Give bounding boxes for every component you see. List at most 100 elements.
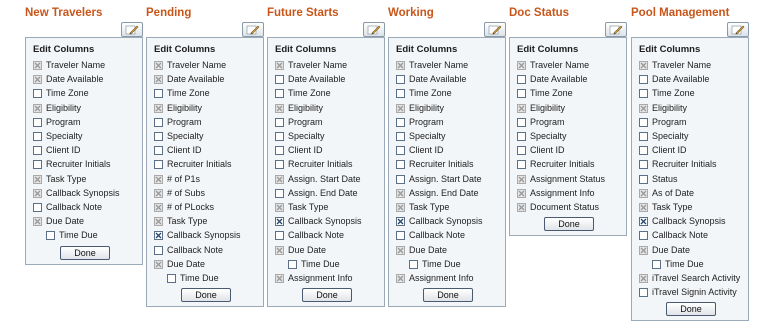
column-option-row[interactable]: Time Due — [26, 229, 142, 243]
column-option-row[interactable]: Assign. End Date — [268, 187, 384, 201]
column-option-row[interactable]: Date Available — [268, 73, 384, 87]
checkbox[interactable] — [639, 117, 648, 127]
checkbox[interactable] — [154, 132, 163, 141]
checkbox[interactable] — [275, 117, 284, 127]
column-option-row[interactable]: Callback Synopsis — [389, 215, 505, 229]
column-option-row[interactable]: Assign. Start Date — [268, 173, 384, 187]
column-option-row[interactable]: Recruiter Initials — [510, 158, 626, 172]
column-option-row[interactable]: Due Date — [389, 244, 505, 258]
column-option-row[interactable]: Eligibility — [632, 102, 748, 116]
column-option-row[interactable]: Due Date — [632, 244, 748, 258]
checkbox[interactable] — [275, 132, 284, 141]
column-option-row[interactable]: Callback Synopsis — [147, 229, 263, 243]
column-option-row[interactable]: Callback Synopsis — [632, 215, 748, 229]
checkbox[interactable] — [154, 231, 163, 241]
column-option-row[interactable]: Document Status — [510, 201, 626, 215]
checkbox[interactable] — [639, 174, 648, 184]
checkbox[interactable] — [639, 160, 648, 170]
checkbox[interactable] — [396, 146, 405, 156]
column-option-row[interactable]: Assign. Start Date — [389, 173, 505, 187]
column-option-row[interactable]: Client ID — [632, 144, 748, 158]
column-option-row[interactable]: Eligibility — [147, 102, 263, 116]
checkbox[interactable] — [517, 160, 526, 170]
column-option-row[interactable]: Traveler Name — [268, 59, 384, 73]
column-option-row[interactable]: Client ID — [268, 144, 384, 158]
column-option-row[interactable]: Specialty — [389, 130, 505, 144]
done-button[interactable]: Done — [302, 288, 352, 303]
column-option-row[interactable]: Assignment Info — [510, 187, 626, 201]
checkbox[interactable] — [33, 132, 42, 141]
checkbox[interactable] — [154, 245, 163, 255]
column-option-row[interactable]: Assign. End Date — [389, 187, 505, 201]
column-option-row[interactable]: Specialty — [510, 130, 626, 144]
done-button[interactable]: Done — [423, 288, 473, 303]
checkbox[interactable] — [396, 75, 405, 85]
column-option-row[interactable]: Specialty — [268, 130, 384, 144]
column-option-row[interactable]: Callback Note — [26, 201, 142, 215]
checkbox[interactable] — [154, 160, 163, 170]
column-option-row[interactable]: Recruiter Initials — [632, 158, 748, 172]
checkbox[interactable] — [652, 259, 661, 269]
column-option-row[interactable]: Program — [268, 116, 384, 130]
column-option-row[interactable]: Time Due — [147, 272, 263, 286]
checkbox[interactable] — [33, 160, 42, 170]
checkbox[interactable] — [396, 174, 405, 184]
done-button[interactable]: Done — [666, 302, 716, 317]
column-option-row[interactable]: Program — [26, 116, 142, 130]
column-option-row[interactable]: Specialty — [632, 130, 748, 144]
column-option-row[interactable]: Date Available — [510, 73, 626, 87]
checkbox[interactable] — [639, 75, 648, 85]
checkbox[interactable] — [275, 231, 284, 241]
column-option-row[interactable]: Recruiter Initials — [26, 158, 142, 172]
checkbox[interactable] — [33, 146, 42, 156]
checkbox[interactable] — [275, 146, 284, 156]
column-option-row[interactable]: Assignment Status — [510, 173, 626, 187]
column-option-row[interactable]: Due Date — [147, 258, 263, 272]
edit-columns-button[interactable] — [121, 22, 143, 37]
column-option-row[interactable]: Eligibility — [510, 102, 626, 116]
checkbox[interactable] — [33, 89, 42, 99]
edit-columns-button[interactable] — [484, 22, 506, 37]
checkbox[interactable] — [275, 160, 284, 170]
checkbox[interactable] — [275, 188, 284, 198]
column-option-row[interactable]: Due Date — [26, 215, 142, 229]
checkbox[interactable] — [396, 89, 405, 99]
column-option-row[interactable]: Time Zone — [26, 87, 142, 101]
column-option-row[interactable]: Time Zone — [147, 87, 263, 101]
column-option-row[interactable]: Program — [632, 116, 748, 130]
column-option-row[interactable]: # of P1s — [147, 173, 263, 187]
column-option-row[interactable]: Time Zone — [268, 87, 384, 101]
column-option-row[interactable]: Client ID — [26, 144, 142, 158]
checkbox[interactable] — [639, 132, 648, 141]
checkbox[interactable] — [396, 231, 405, 241]
column-option-row[interactable]: Time Due — [268, 258, 384, 272]
column-option-row[interactable]: Specialty — [147, 130, 263, 144]
column-option-row[interactable]: Task Type — [389, 201, 505, 215]
checkbox[interactable] — [517, 117, 526, 127]
checkbox[interactable] — [154, 117, 163, 127]
column-option-row[interactable]: Time Due — [632, 258, 748, 272]
checkbox[interactable] — [396, 132, 405, 141]
column-option-row[interactable]: Traveler Name — [147, 59, 263, 73]
checkbox[interactable] — [33, 117, 42, 127]
column-option-row[interactable]: Task Type — [147, 215, 263, 229]
column-option-row[interactable]: Traveler Name — [389, 59, 505, 73]
column-option-row[interactable]: Time Zone — [632, 87, 748, 101]
column-option-row[interactable]: Date Available — [147, 73, 263, 87]
column-option-row[interactable]: As of Date — [632, 187, 748, 201]
done-button[interactable]: Done — [544, 217, 594, 232]
checkbox[interactable] — [517, 75, 526, 85]
column-option-row[interactable]: Task Type — [268, 201, 384, 215]
column-option-row[interactable]: Client ID — [389, 144, 505, 158]
column-option-row[interactable]: Eligibility — [26, 102, 142, 116]
checkbox[interactable] — [396, 117, 405, 127]
edit-columns-button[interactable] — [242, 22, 264, 37]
checkbox[interactable] — [517, 89, 526, 99]
column-option-row[interactable]: Traveler Name — [632, 59, 748, 73]
column-option-row[interactable]: Date Available — [632, 73, 748, 87]
checkbox[interactable] — [639, 146, 648, 156]
column-option-row[interactable]: # of PLocks — [147, 201, 263, 215]
column-option-row[interactable]: iTravel Signin Activity — [632, 286, 748, 300]
done-button[interactable]: Done — [60, 245, 110, 260]
column-option-row[interactable]: Recruiter Initials — [147, 158, 263, 172]
